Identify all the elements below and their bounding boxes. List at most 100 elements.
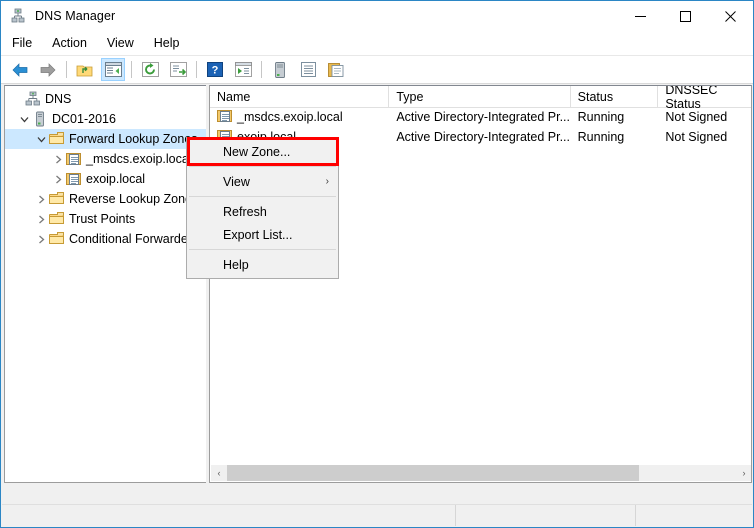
server-button[interactable] — [268, 58, 292, 81]
tree-item-dns[interactable]: DNS — [5, 89, 206, 109]
back-button[interactable] — [8, 58, 32, 81]
table-row[interactable]: _msdcs.exoip.local Active Directory-Inte… — [210, 107, 751, 127]
zone-icon — [66, 151, 82, 167]
context-menu-new-zone[interactable]: New Zone... — [187, 140, 338, 163]
minimize-button[interactable] — [618, 1, 663, 31]
status-bar — [2, 504, 752, 526]
cell-status: Running — [577, 110, 625, 124]
scrollbar-thumb[interactable] — [227, 465, 639, 481]
window-controls — [618, 1, 753, 31]
title-bar: DNS Manager — [1, 1, 753, 31]
context-menu: New Zone... View › Refresh Export List..… — [186, 137, 339, 279]
tree-item-dc01-2016[interactable]: DC01-2016 — [5, 109, 206, 129]
dns-root-icon — [25, 91, 41, 107]
context-menu-item-label: New Zone... — [223, 144, 291, 159]
tree-item-label: Forward Lookup Zones — [69, 132, 198, 146]
tree-item-label: Reverse Lookup Zones — [69, 192, 199, 206]
forward-button[interactable] — [36, 58, 60, 81]
folder-icon — [49, 231, 65, 247]
column-header-type[interactable]: Type — [389, 86, 571, 107]
folder-icon — [49, 131, 65, 147]
tree-twisty-collapsed[interactable] — [50, 151, 66, 167]
svg-text:?: ? — [212, 65, 219, 77]
status-segment-3 — [636, 505, 752, 526]
server-icon — [32, 111, 48, 127]
column-header-label: Name — [217, 89, 251, 104]
context-menu-item-label: Export List... — [223, 227, 293, 242]
tree-item-label: Conditional Forwarders — [69, 232, 199, 246]
dns-server-icon — [10, 8, 26, 24]
cell-status: Running — [577, 130, 625, 144]
folder-icon — [49, 191, 65, 207]
context-menu-separator — [189, 166, 336, 167]
tree-item-label: DNS — [45, 92, 72, 106]
console-tree: DNS DC01-2016 Forward Lookup Zones _msdc… — [5, 86, 206, 249]
window-title: DNS Manager — [35, 9, 116, 23]
show-hide-console-tree-button[interactable] — [101, 58, 125, 81]
tree-twisty-none — [9, 91, 25, 107]
close-button[interactable] — [708, 1, 753, 31]
toolbar-separator — [261, 61, 262, 78]
context-menu-help[interactable]: Help — [187, 253, 338, 276]
tree-item-msdcs-exoip-local[interactable]: _msdcs.exoip.local — [5, 149, 206, 169]
tree-item-exoip-local[interactable]: exoip.local — [5, 169, 206, 189]
cell-name: _msdcs.exoip.local — [210, 108, 389, 127]
context-menu-item-label: Refresh — [223, 204, 267, 219]
maximize-button[interactable] — [663, 1, 708, 31]
context-menu-refresh[interactable]: Refresh — [187, 200, 338, 223]
menu-bar: File Action View Help — [1, 31, 753, 56]
up-one-level-button[interactable] — [73, 58, 97, 81]
help-button[interactable]: ? — [203, 58, 227, 81]
tree-item-label: DC01-2016 — [52, 112, 116, 126]
properties-button[interactable] — [231, 58, 255, 81]
column-header-label: Type — [396, 89, 424, 104]
status-segment-1 — [2, 505, 456, 526]
tree-twisty-expanded[interactable] — [16, 111, 32, 127]
refresh-button[interactable] — [138, 58, 162, 81]
tree-item-trust-points[interactable]: Trust Points — [5, 209, 206, 229]
cell-dnssec-status: Not Signed — [665, 110, 728, 124]
tree-item-forward-lookup-zones[interactable]: Forward Lookup Zones — [5, 129, 206, 149]
list-view-header: Name Type Status DNSSEC Status — [210, 86, 751, 111]
export-list-button[interactable] — [166, 58, 190, 81]
zone-icon — [217, 108, 233, 127]
toolbar-separator — [66, 61, 67, 78]
scroll-right-arrow-icon[interactable]: › — [736, 465, 751, 481]
context-menu-export-list[interactable]: Export List... — [187, 223, 338, 246]
zone-name-label: _msdcs.exoip.local — [237, 110, 343, 124]
cell-type: Active Directory-Integrated Pr... — [396, 130, 571, 144]
column-header-label: Status — [577, 89, 614, 104]
tree-twisty-expanded[interactable] — [33, 131, 49, 147]
tree-twisty-collapsed[interactable] — [33, 211, 49, 227]
toolbar-separator — [196, 61, 197, 78]
horizontal-scrollbar[interactable]: ‹ › — [211, 465, 751, 481]
folder-icon — [49, 211, 65, 227]
context-menu-separator — [189, 196, 336, 197]
scrollbar-track[interactable] — [227, 465, 736, 481]
tree-twisty-collapsed[interactable] — [33, 191, 49, 207]
console-tree-panel: DNS DC01-2016 Forward Lookup Zones _msdc… — [4, 85, 207, 483]
status-segment-2 — [456, 505, 636, 526]
cell-type: Active Directory-Integrated Pr... — [396, 110, 571, 124]
list-button[interactable] — [296, 58, 320, 81]
menu-help[interactable]: Help — [145, 33, 189, 53]
menu-action[interactable]: Action — [43, 33, 96, 53]
tree-twisty-collapsed[interactable] — [33, 231, 49, 247]
tree-item-label: Trust Points — [69, 212, 136, 226]
scroll-left-arrow-icon[interactable]: ‹ — [211, 465, 227, 481]
context-menu-separator — [189, 249, 336, 250]
tree-item-conditional-forwarders[interactable]: Conditional Forwarders — [5, 229, 206, 249]
context-menu-view[interactable]: View › — [187, 170, 338, 193]
dns-manager-window: DNS Manager File Action View Help ? DNS … — [0, 0, 754, 528]
column-header-name[interactable]: Name — [210, 86, 390, 107]
menu-file[interactable]: File — [3, 33, 41, 53]
column-header-dnssec-status[interactable]: DNSSEC Status — [658, 86, 751, 111]
tree-twisty-collapsed[interactable] — [50, 171, 66, 187]
menu-view[interactable]: View — [98, 33, 143, 53]
column-header-status[interactable]: Status — [571, 86, 659, 107]
tree-item-reverse-lookup-zones[interactable]: Reverse Lookup Zones — [5, 189, 206, 209]
context-menu-item-label: Help — [223, 257, 249, 272]
clipboard-button[interactable] — [324, 58, 348, 81]
tree-item-label: exoip.local — [86, 172, 146, 186]
toolbar: ? — [1, 56, 753, 84]
